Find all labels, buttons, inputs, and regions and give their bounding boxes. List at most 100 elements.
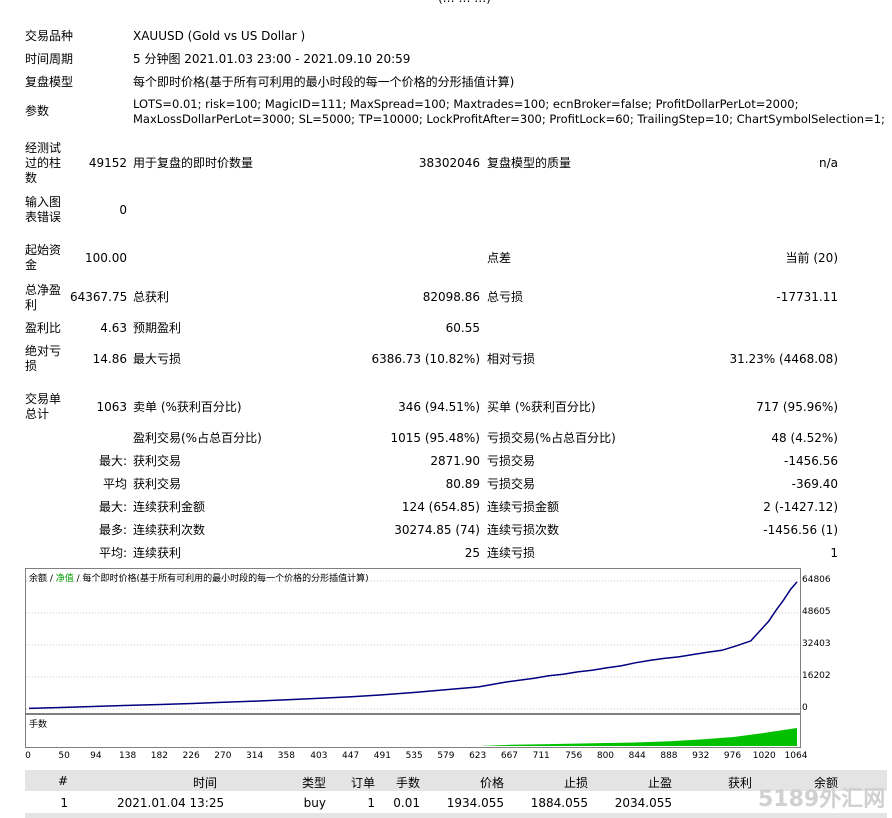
max-consec-profit-value: 30274.85 (74) — [394, 523, 480, 537]
chart-title: 余额 / 净值 / 每个即时价格(基于所有可利用的最小时段的每一个价格的分形插值… — [29, 571, 369, 584]
x-tick-label: 138 — [119, 751, 137, 761]
quality-label: 复盘模型的质量 — [487, 156, 572, 170]
x-tick-label: 491 — [373, 751, 391, 761]
max-dd-label: 最大亏损 — [133, 352, 182, 366]
x-tick-label: 270 — [214, 751, 232, 761]
pf-label: 盈利比 — [25, 321, 62, 335]
x-tick-label: 800 — [596, 751, 615, 761]
x-tick-label: 667 — [500, 751, 519, 761]
avg-consec-losses-label: 连续亏损 — [487, 546, 536, 560]
x-tick-label: 182 — [150, 751, 168, 761]
errors-label: 输入图表错误 — [25, 195, 62, 224]
x-tick-label: 623 — [469, 751, 487, 761]
params-label: 参数 — [25, 104, 50, 118]
x-tick-label: 226 — [182, 751, 200, 761]
ticks-label: 用于复盘的即时价数量 — [133, 156, 254, 170]
lots-chart-svg — [29, 728, 797, 746]
profit-trades-label: 盈利交易(%占总百分比) — [133, 431, 262, 445]
max-consec-losses-value: 2 (-1427.12) — [763, 500, 838, 514]
x-tick-label: 535 — [405, 751, 423, 761]
gross-profit-label: 总获利 — [133, 290, 170, 304]
avg-consec-wins-label: 连续获利 — [133, 546, 182, 560]
trades-value: 1063 — [96, 400, 127, 414]
y-tick-label: 32403 — [802, 639, 831, 649]
x-tick-label: 94 — [90, 751, 102, 761]
x-tick-label: 844 — [628, 751, 646, 761]
max-consec-loss-label: 连续亏损次数 — [487, 523, 560, 537]
loss-trades-value: 48 (4.52%) — [771, 431, 838, 445]
bars-value: 49152 — [88, 156, 127, 170]
net-label: 总净盈利 — [25, 283, 62, 312]
long-value: 717 (95.96%) — [756, 400, 838, 414]
th-index: # — [57, 774, 68, 788]
x-tick-label: 447 — [342, 751, 360, 761]
long-label: 买单 (%获利百分比) — [487, 400, 596, 414]
model-label: 复盘模型 — [25, 75, 74, 89]
avg-loss-value: -369.40 — [791, 477, 838, 491]
short-value: 346 (94.51%) — [398, 400, 480, 414]
x-tick-label: 932 — [692, 751, 710, 761]
gross-loss-value: -17731.11 — [776, 290, 838, 304]
y-tick-label: 0 — [802, 703, 808, 713]
lots-label: 手数 — [29, 720, 48, 730]
most-prefix: 最多: — [98, 523, 127, 537]
spread-label: 点差 — [487, 251, 512, 265]
th-lots: 手数 — [395, 776, 420, 790]
max-dd-value: 6386.73 (10.82%) — [371, 352, 480, 366]
th-profit: 获利 — [727, 776, 752, 790]
avg-consec-losses-value: 1 — [830, 546, 838, 560]
loss-trades-label: 亏损交易(%占总百分比) — [487, 431, 616, 445]
x-tick-label: 314 — [246, 751, 264, 761]
spread-value: 当前 (20) — [785, 251, 838, 265]
rel-dd-label: 相对亏损 — [487, 352, 536, 366]
table-row-stripe — [25, 813, 887, 818]
x-tick-label: 0 — [25, 751, 31, 761]
max-prefix: 最大: — [98, 500, 127, 514]
x-tick-label: 711 — [532, 751, 550, 761]
rel-dd-value: 31.23% (4468.08) — [729, 352, 838, 366]
watermark: 5189外汇网 — [758, 787, 886, 812]
trades-label: 交易单总计 — [25, 392, 62, 421]
max-consec-wins-label: 连续获利金额 — [133, 500, 206, 514]
gross-loss-label: 总亏损 — [487, 290, 524, 304]
lots-area — [29, 728, 797, 746]
chart-title-balance: 余额 — [29, 574, 48, 584]
symbol-value: XAUUSD (Gold vs US Dollar ) — [133, 29, 306, 43]
model-value: 每个即时价格(基于所有可利用的最小时段的每一个价格的分形插值计算) — [133, 75, 515, 89]
abs-dd-label: 绝对亏损 — [25, 344, 62, 373]
lots-chart: 手数 — [25, 714, 801, 748]
x-tick-label: 579 — [437, 751, 455, 761]
average-prefix: 平均 — [102, 477, 127, 491]
balance-chart: 余额 / 净值 / 每个即时价格(基于所有可利用的最小时段的每一个价格的分形插值… — [25, 568, 801, 714]
ticks-value: 38302046 — [418, 156, 480, 170]
max-consec-profit-label: 连续获利次数 — [133, 523, 206, 537]
profit-trades-value: 1015 (95.48%) — [390, 431, 480, 445]
th-price: 价格 — [479, 776, 504, 790]
y-tick-label: 16202 — [802, 670, 831, 681]
chart-title-sep: / — [47, 574, 56, 584]
max-consec-loss-value: -1456.56 (1) — [763, 523, 838, 537]
net-value: 64367.75 — [70, 290, 128, 304]
largest-loss-label: 亏损交易 — [487, 454, 536, 468]
table-cell: 2034.055 — [614, 796, 672, 810]
table-cell: 2021.01.04 13:25 — [117, 796, 225, 810]
largest-prefix: 最大: — [98, 454, 127, 468]
payoff-value: 60.55 — [445, 321, 480, 335]
abs-dd-value: 14.86 — [92, 352, 127, 366]
chart-title-rest: / 每个即时价格(基于所有可利用的最小时段的每一个价格的分形插值计算) — [73, 574, 369, 584]
top-fragment: (… … …) — [438, 0, 491, 5]
x-tick-label: 976 — [723, 751, 742, 761]
avg-profit-value: 80.89 — [445, 477, 480, 491]
params-line-2: MaxLossDollarPerLot=3000; SL=5000; TP=10… — [133, 112, 885, 126]
x-tick-label: 358 — [277, 751, 295, 761]
x-tick-label: 50 — [58, 751, 70, 761]
largest-profit-label: 获利交易 — [133, 454, 182, 468]
y-tick-label: 64806 — [802, 575, 831, 585]
x-tick-label: 756 — [565, 751, 583, 761]
th-time: 时间 — [192, 776, 217, 790]
x-tick-label: 1064 — [784, 751, 808, 761]
th-tp: 止盈 — [647, 776, 672, 790]
max-consec-losses-label: 连续亏损金额 — [487, 500, 560, 514]
x-tick-label: 1020 — [752, 751, 776, 761]
avg-prefix: 平均: — [98, 546, 127, 560]
